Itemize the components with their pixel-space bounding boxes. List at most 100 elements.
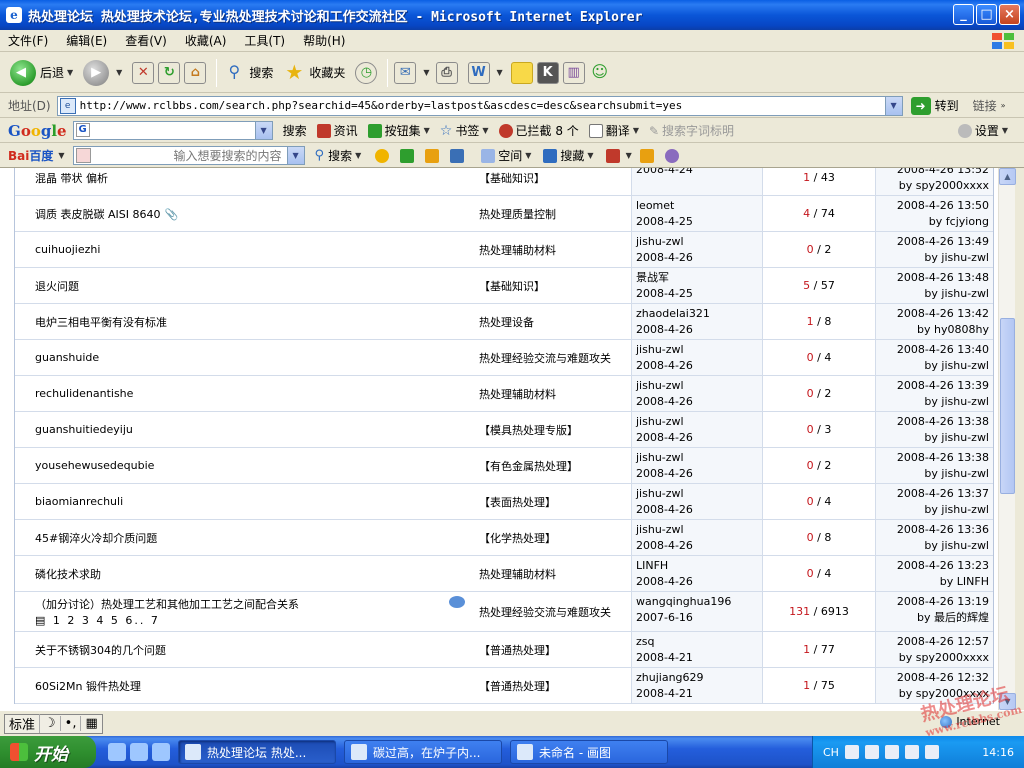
last-post-author[interactable]: by hy0808hy [876,322,989,338]
thread-title-link[interactable]: yousehewusedequbie [35,459,154,472]
maximize-button[interactable]: □ [976,4,997,25]
ime-keyboard-icon[interactable]: ▦ [81,716,101,731]
last-post-author[interactable]: by spy2000xxxx [876,178,989,194]
security-icon[interactable] [884,745,899,759]
thread-title-link[interactable]: 电炉三相电平衡有没有标准 [35,316,167,329]
chevron-down-icon[interactable]: ▼ [633,126,639,135]
forum-link[interactable]: 热处理设备 [479,314,534,330]
chevron-down-icon[interactable]: ▼ [482,126,488,135]
chevron-down-icon[interactable]: ▼ [497,68,503,77]
menu-help[interactable]: 帮助(H) [303,32,345,49]
author-link[interactable]: jishu-zwl [636,414,762,430]
last-post-author[interactable]: by jishu-zwl [876,430,989,446]
thread-title-link[interactable]: 45#钢淬火冷却介质问题 [35,532,157,545]
baidu-logo[interactable]: Bai百度 [8,147,53,164]
news-icon[interactable] [375,148,390,163]
forum-link[interactable]: 【化学热处理】 [479,530,556,546]
soba-button[interactable]: 搜藏 ▼ [543,147,594,164]
chevron-down-icon[interactable]: ▼ [423,68,429,77]
last-post-time[interactable]: 2008-4-26 13:49 [876,234,989,250]
menu-file[interactable]: 文件(F) [8,32,48,49]
thread-title-link[interactable]: 60Si2Mn 锻件热处理 [35,680,141,693]
forum-link[interactable]: 【有色金属热处理】 [479,458,578,474]
thread-title-link[interactable]: 磷化技术求助 [35,568,101,581]
go-button[interactable]: ➜ 转到 [910,96,959,115]
last-post-time[interactable]: 2008-4-26 13:40 [876,342,989,358]
forum-link[interactable]: 【模具热处理专版】 [479,422,578,438]
back-button[interactable]: 后退 ▼ [10,59,73,86]
last-post-time[interactable]: 2008-4-26 13:39 [876,378,989,394]
baidu-search-button[interactable]: ⚲ 搜索 ▼ [315,147,362,164]
ime-moon-icon[interactable]: ☽ [40,716,61,731]
last-post-time[interactable]: 2008-4-26 13:42 [876,306,989,322]
thread-title-link[interactable]: cuihuojiezhi [35,243,100,256]
g-icon[interactable]: G [75,123,90,137]
scroll-up-button[interactable]: ▲ [999,168,1016,185]
highlight-button[interactable]: ✎ 搜索字词标明 [649,122,734,139]
volume-icon[interactable] [924,745,939,759]
block-icon[interactable] [605,148,620,163]
address-url[interactable]: http://www.rclbbs.com/search.php?searchi… [80,99,683,112]
chevron-down-icon[interactable]: ▼ [58,151,64,160]
translate-button[interactable]: 翻译 ▼ [588,122,639,139]
last-post-author[interactable]: by jishu-zwl [876,250,989,266]
news-button[interactable]: 资讯 [316,122,358,139]
task-forum[interactable]: 热处理论坛 热处... [178,740,336,764]
grid-icon[interactable] [450,148,465,163]
start-button[interactable]: 开始 [0,736,96,768]
chevron-down-icon[interactable]: ▼ [884,96,902,115]
last-post-time[interactable]: 2008-4-26 13:50 [876,198,989,214]
pencil-icon[interactable] [639,148,654,163]
author-link[interactable]: zhaodelai321 [636,306,762,322]
author-link[interactable]: jishu-zwl [636,450,762,466]
thread-title-link[interactable]: 调质 表皮脱碳 AISI 8640 [35,208,160,221]
menu-edit[interactable]: 编辑(E) [66,32,107,49]
author-link[interactable]: jishu-zwl [636,234,762,250]
task-paint[interactable]: 未命名 - 画图 [510,740,668,764]
media-quicklaunch-icon[interactable] [152,743,170,761]
author-link[interactable]: wangqinghua196 [636,594,762,610]
last-post-time[interactable]: 2008-4-26 13:48 [876,270,989,286]
last-post-time[interactable]: 2008-4-26 13:38 [876,450,989,466]
ime-toolbar[interactable]: 标准 ☽ •, ▦ [4,713,103,734]
button-gallery-button[interactable]: 按钮集 ▼ [367,122,430,139]
research-icon[interactable]: ▥ [562,61,585,84]
minimize-button[interactable]: _ [953,4,974,25]
help-icon[interactable] [864,745,879,759]
forum-link[interactable]: 热处理辅助材料 [479,242,556,258]
thread-title-link[interactable]: 混晶 带状 偏析 [35,172,108,185]
forum-link[interactable]: 【基础知识】 [479,278,545,294]
forum-link[interactable]: 热处理质量控制 [479,206,556,222]
menu-favorites[interactable]: 收藏(A) [185,32,227,49]
chevron-down-icon[interactable]: ▼ [1002,126,1008,135]
image-icon[interactable] [400,148,415,163]
forum-link[interactable]: 热处理经验交流与难题攻关 [479,350,611,366]
last-post-author[interactable]: by spy2000xxxx [876,650,989,666]
stop-icon[interactable]: ✕ [132,61,155,84]
chevron-down-icon[interactable]: ▼ [424,126,430,135]
chevron-down-icon[interactable]: ▼ [525,151,531,160]
last-post-author[interactable]: by jishu-zwl [876,466,989,482]
chevron-down-icon[interactable]: ▼ [254,122,272,139]
last-post-author[interactable]: by jishu-zwl [876,502,989,518]
desktop-quicklaunch-icon[interactable] [130,743,148,761]
last-post-time[interactable]: 2008-4-26 13:52 [876,168,989,178]
author-link[interactable]: LINFH [636,558,762,574]
last-post-time[interactable]: 2008-4-26 13:37 [876,486,989,502]
ie-quicklaunch-icon[interactable] [108,743,126,761]
author-link[interactable]: jishu-zwl [636,342,762,358]
chevron-right-icon[interactable]: » [1001,101,1006,110]
author-link[interactable]: jishu-zwl [636,522,762,538]
last-post-time[interactable]: 2008-4-26 13:38 [876,414,989,430]
bookmarks-button[interactable]: ☆ 书签 ▼ [440,122,489,139]
forum-link[interactable]: 【普通热处理】 [479,678,556,694]
close-button[interactable]: × [999,4,1020,25]
last-post-time[interactable]: 2008-4-26 12:32 [876,670,989,686]
forum-link[interactable]: 【基础知识】 [479,170,545,186]
address-input[interactable]: e http://www.rclbbs.com/search.php?searc… [56,95,903,116]
zhidao-icon[interactable] [425,148,440,163]
mail-icon[interactable]: ✉ [394,61,417,84]
thread-title-link[interactable]: 关于不锈钢304的几个问题 [35,644,166,657]
forum-link[interactable]: 热处理辅助材料 [479,386,556,402]
google-search-button[interactable]: 搜索 [283,122,307,139]
